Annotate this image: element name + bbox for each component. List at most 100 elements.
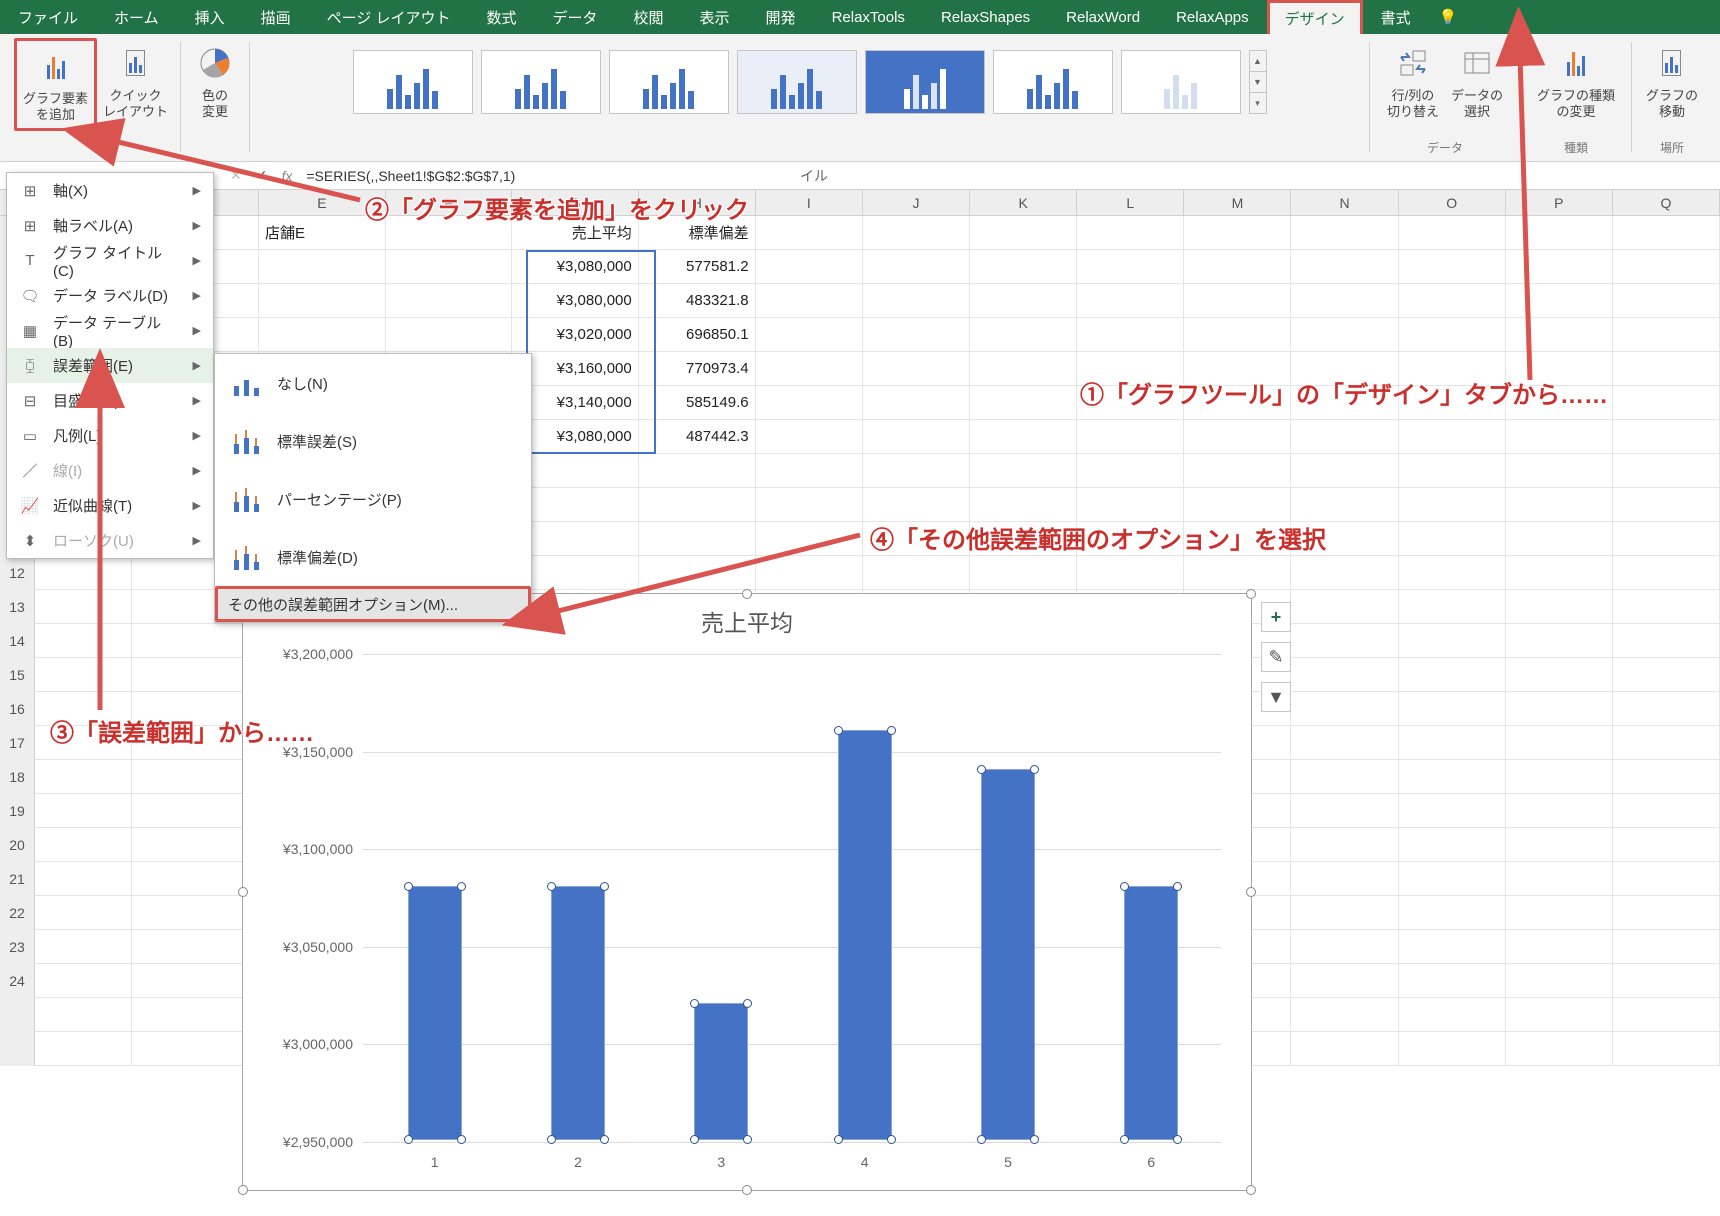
cell[interactable] bbox=[386, 216, 513, 250]
cell[interactable] bbox=[1291, 930, 1398, 964]
cell[interactable] bbox=[1399, 318, 1506, 352]
col-header-N[interactable]: N bbox=[1291, 190, 1398, 215]
cell[interactable]: 標準偏差 bbox=[639, 216, 756, 250]
cell[interactable] bbox=[1613, 420, 1720, 454]
cell[interactable] bbox=[1184, 318, 1291, 352]
error-bars-submenu-item[interactable]: パーセンテージ(P) bbox=[215, 470, 531, 528]
change-chart-type-button[interactable]: グラフの種類 の変更 bbox=[1531, 38, 1621, 125]
col-header-J[interactable]: J bbox=[863, 190, 970, 215]
cell[interactable] bbox=[1291, 624, 1398, 658]
cell[interactable] bbox=[1613, 454, 1720, 488]
cell[interactable] bbox=[756, 284, 863, 318]
cell[interactable] bbox=[1184, 420, 1291, 454]
switch-row-col-button[interactable]: 行/列の 切り替え bbox=[1381, 38, 1445, 125]
cell[interactable] bbox=[1291, 250, 1398, 284]
cell[interactable] bbox=[1506, 590, 1613, 624]
cell[interactable]: 585149.6 bbox=[639, 386, 756, 420]
cell[interactable] bbox=[1399, 250, 1506, 284]
cell[interactable] bbox=[132, 964, 259, 998]
error-bars-submenu-item[interactable]: 標準偏差(D) bbox=[215, 528, 531, 586]
menu-relaxword[interactable]: RelaxWord bbox=[1048, 0, 1158, 34]
cell[interactable] bbox=[756, 352, 863, 386]
cell[interactable] bbox=[970, 556, 1077, 590]
cell[interactable] bbox=[259, 318, 386, 352]
cell[interactable] bbox=[1613, 930, 1720, 964]
cell[interactable] bbox=[1399, 590, 1506, 624]
cell[interactable] bbox=[132, 998, 259, 1032]
cell[interactable] bbox=[863, 488, 970, 522]
cell[interactable] bbox=[1613, 386, 1720, 420]
cell[interactable] bbox=[756, 522, 863, 556]
cell[interactable] bbox=[1077, 454, 1184, 488]
chart-plot-area[interactable]: ¥2,950,000¥3,000,000¥3,050,000¥3,100,000… bbox=[363, 654, 1221, 1140]
cell[interactable] bbox=[132, 760, 259, 794]
cell[interactable] bbox=[1399, 488, 1506, 522]
chart-bar[interactable] bbox=[1124, 886, 1178, 1140]
cell[interactable] bbox=[1291, 828, 1398, 862]
cell[interactable] bbox=[1506, 1032, 1613, 1066]
cell[interactable] bbox=[35, 964, 132, 998]
chart-style-6[interactable] bbox=[993, 50, 1113, 114]
select-data-button[interactable]: データの 選択 bbox=[1445, 38, 1509, 125]
col-header-G[interactable]: G bbox=[512, 190, 639, 215]
cell[interactable]: 売上平均 bbox=[512, 216, 639, 250]
menu-page-layout[interactable]: ページ レイアウト bbox=[309, 0, 469, 34]
menu-draw[interactable]: 描画 bbox=[243, 0, 309, 34]
cell[interactable] bbox=[863, 522, 970, 556]
cell[interactable] bbox=[1613, 896, 1720, 930]
cell[interactable] bbox=[35, 896, 132, 930]
cell[interactable] bbox=[132, 828, 259, 862]
menu-relaxshapes[interactable]: RelaxShapes bbox=[923, 0, 1048, 34]
cell[interactable] bbox=[639, 454, 756, 488]
cell[interactable] bbox=[1291, 1032, 1398, 1066]
cell[interactable]: 店舗E bbox=[259, 216, 386, 250]
cell[interactable] bbox=[1184, 216, 1291, 250]
cell[interactable] bbox=[863, 420, 970, 454]
cell[interactable] bbox=[1399, 386, 1506, 420]
cell[interactable] bbox=[970, 454, 1077, 488]
gallery-more-button[interactable]: ▲ ▼ ▾ bbox=[1249, 50, 1267, 114]
cell[interactable] bbox=[386, 318, 513, 352]
cell[interactable] bbox=[1506, 794, 1613, 828]
cell[interactable]: ¥3,020,000 bbox=[512, 318, 639, 352]
cell[interactable] bbox=[1506, 658, 1613, 692]
chart-element-menu-item[interactable]: ▦データ テーブル(B)▶ bbox=[7, 313, 213, 348]
cell[interactable] bbox=[1613, 726, 1720, 760]
cell[interactable] bbox=[1399, 760, 1506, 794]
cell[interactable] bbox=[1077, 318, 1184, 352]
cell[interactable] bbox=[1184, 284, 1291, 318]
cell[interactable] bbox=[1506, 284, 1613, 318]
cell[interactable] bbox=[1399, 726, 1506, 760]
chart-style-7[interactable] bbox=[1121, 50, 1241, 114]
cell[interactable] bbox=[756, 420, 863, 454]
cell[interactable] bbox=[970, 522, 1077, 556]
cell[interactable] bbox=[756, 386, 863, 420]
cell[interactable] bbox=[35, 658, 132, 692]
cell[interactable] bbox=[1077, 216, 1184, 250]
chart-bar[interactable] bbox=[838, 730, 892, 1140]
row-header[interactable]: 18 bbox=[0, 760, 35, 794]
chart-style-1[interactable] bbox=[353, 50, 473, 114]
formula-cancel-icon[interactable]: ✕ bbox=[230, 167, 242, 184]
formula-input[interactable]: =SERIES(,,Sheet1!$G$2:$G$7,1) bbox=[306, 168, 515, 184]
cell[interactable] bbox=[1506, 624, 1613, 658]
cell[interactable] bbox=[1291, 590, 1398, 624]
cell[interactable] bbox=[1291, 896, 1398, 930]
chart-style-2[interactable] bbox=[481, 50, 601, 114]
cell[interactable] bbox=[1613, 624, 1720, 658]
cell[interactable] bbox=[1613, 692, 1720, 726]
cell[interactable] bbox=[756, 556, 863, 590]
cell[interactable] bbox=[1613, 318, 1720, 352]
embedded-chart[interactable]: 売上平均 ¥2,950,000¥3,000,000¥3,050,000¥3,10… bbox=[242, 593, 1252, 1191]
cell[interactable] bbox=[1399, 658, 1506, 692]
menu-design[interactable]: デザイン bbox=[1267, 0, 1363, 34]
cell[interactable] bbox=[1506, 930, 1613, 964]
error-bars-submenu-item[interactable]: なし(N) bbox=[215, 354, 531, 412]
cell[interactable] bbox=[1291, 862, 1398, 896]
cell[interactable] bbox=[1077, 250, 1184, 284]
cell[interactable] bbox=[1613, 488, 1720, 522]
cell[interactable] bbox=[863, 454, 970, 488]
chart-bar[interactable] bbox=[551, 886, 605, 1140]
row-header[interactable]: 17 bbox=[0, 726, 35, 760]
cell[interactable] bbox=[1613, 590, 1720, 624]
